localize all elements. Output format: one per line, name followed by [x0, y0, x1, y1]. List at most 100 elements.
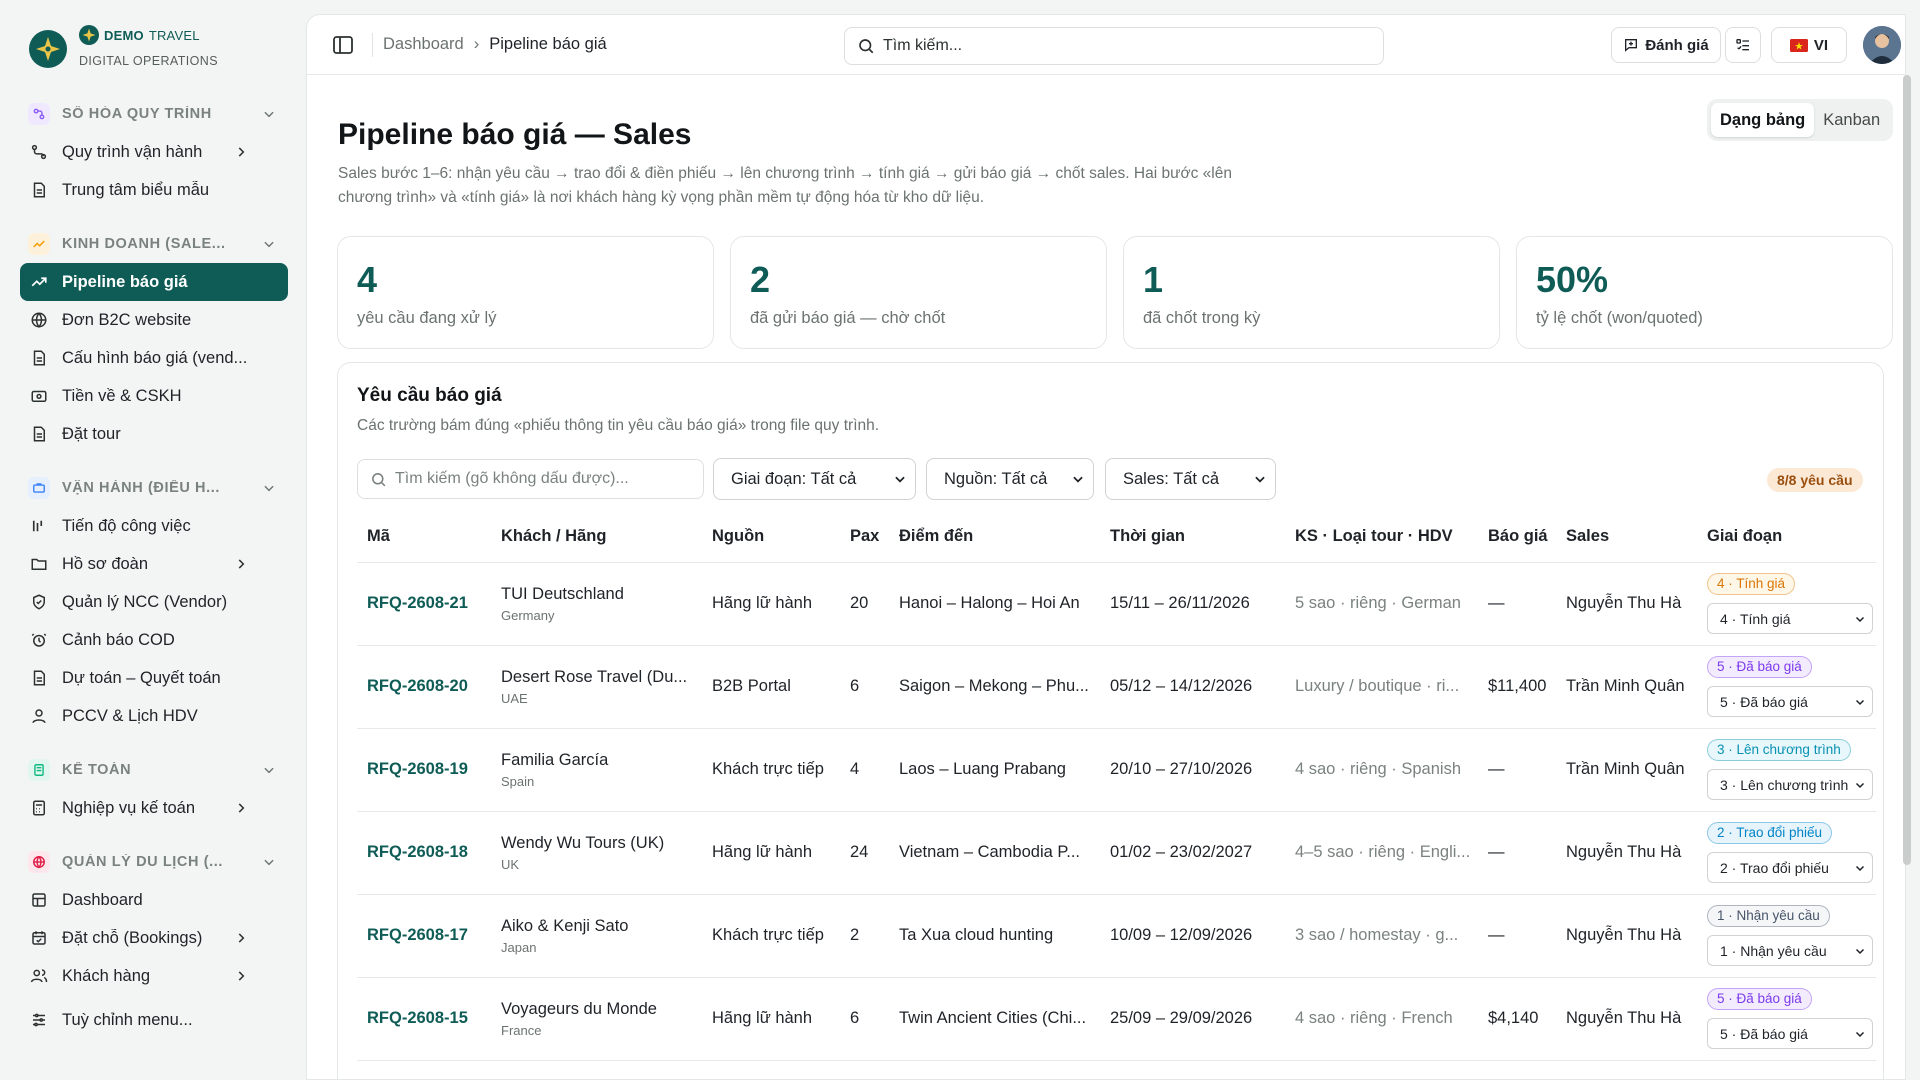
global-search-input[interactable]	[883, 37, 1363, 55]
quote-cell: $11,400	[1478, 645, 1556, 729]
table-row[interactable]: RFQ-2608-17 Aiko & Kenji Sato Japan Khác…	[357, 894, 1876, 978]
checklist-button[interactable]	[1725, 27, 1761, 63]
feedback-button[interactable]: Đánh giá	[1611, 27, 1721, 63]
stage-select[interactable]: 5 · Đã báo giá	[1707, 1018, 1873, 1049]
nav-section[interactable]: VẬN HÀNH (ĐIỀU H...	[20, 469, 288, 507]
breadcrumb-dashboard[interactable]: Dashboard	[383, 35, 464, 54]
view-mode-kanban[interactable]: Kanban	[1814, 103, 1889, 137]
brand[interactable]: DEMO TRAVEL DIGITAL OPERATIONS	[29, 25, 218, 68]
stage-select[interactable]: 2 · Trao đổi phiếu	[1707, 852, 1873, 883]
sidebar-item[interactable]: Cảnh báo COD	[20, 621, 288, 659]
nav-section[interactable]: SỐ HÓA QUY TRÌNH	[20, 95, 288, 133]
table-row[interactable]: RFQ-2608-20 Desert Rose Travel (Du... UA…	[357, 645, 1876, 729]
document-icon	[28, 423, 50, 445]
table-row[interactable]: RFQ-2608-19 Familia García Spain Khách t…	[357, 728, 1876, 812]
destination-cell: Saigon – Mekong – Phu...	[889, 645, 1100, 729]
sidebar-item[interactable]: Khách hàng	[20, 957, 288, 995]
breadcrumb: Dashboard › Pipeline báo giá	[383, 35, 607, 54]
stat-value: 2	[750, 259, 771, 300]
requests-search[interactable]	[357, 459, 704, 499]
sidebar-item[interactable]: Quy trình vận hành	[20, 133, 288, 171]
request-count-badge: 8/8 yêu cầu	[1767, 468, 1863, 492]
sidebar-item[interactable]: Đơn B2C website	[20, 301, 288, 339]
sidebar-item[interactable]: Tiền về & CSKH	[20, 377, 288, 415]
column-header[interactable]: Giai đoạn	[1697, 511, 1876, 563]
sidebar-item[interactable]: Trung tâm biểu mẫu	[20, 171, 288, 209]
view-mode-table[interactable]: Dạng bảng	[1711, 103, 1815, 137]
table-row[interactable]: RFQ-2608-18 Wendy Wu Tours (UK) UK Hãng …	[357, 811, 1876, 895]
sidebar-item[interactable]: Đặt chỗ (Bookings)	[20, 919, 288, 957]
customize-menu-button[interactable]: Tuỳ chỉnh menu...	[20, 1001, 288, 1039]
request-code-link[interactable]: RFQ-2608-17	[367, 926, 468, 944]
nav-gap	[20, 827, 288, 843]
stage-select-value: 3 · Lên chương trình	[1720, 776, 1849, 793]
stage-select[interactable]: 4 · Tính giá	[1707, 603, 1873, 634]
column-header[interactable]: Điểm đến	[889, 511, 1100, 563]
chevron-down-icon	[1071, 472, 1085, 486]
column-header[interactable]: Nguồn	[702, 511, 840, 563]
sidebar-item[interactable]: Dashboard	[20, 881, 288, 919]
table-row[interactable]: RFQ-2608-15 Voyageurs du Monde France Hã…	[357, 977, 1876, 1061]
avatar[interactable]	[1863, 26, 1901, 64]
sidebar-item[interactable]: Đặt tour	[20, 415, 288, 453]
nav-section[interactable]: KẾ TOÁN	[20, 751, 288, 789]
requests-title: Yêu cầu báo giá	[357, 385, 502, 406]
sidebar-item[interactable]: Cấu hình báo giá (vend...	[20, 339, 288, 377]
sales-filter-select[interactable]: Sales: Tất cả	[1105, 458, 1276, 500]
chevron-down-icon	[1854, 1028, 1866, 1040]
sidebar-item[interactable]: Pipeline báo giá	[20, 263, 288, 301]
stage-select-value: 2 · Trao đổi phiếu	[1720, 859, 1829, 876]
stage-filter-select[interactable]: Giai đoạn: Tất cả	[713, 458, 916, 500]
stat-value: 50%	[1536, 259, 1609, 300]
stage-select[interactable]: 1 · Nhận yêu cầu	[1707, 935, 1873, 966]
chevron-down-icon	[262, 763, 282, 777]
table-row[interactable]: RFQ-2608-21 TUI Deutschland Germany Hãng…	[357, 562, 1876, 646]
column-header[interactable]: Pax	[840, 511, 889, 563]
sidebar-item[interactable]: Nghiệp vụ kế toán	[20, 789, 288, 827]
column-header[interactable]: Sales	[1556, 511, 1697, 563]
column-header[interactable]: Khách / Hãng	[491, 511, 702, 563]
request-code-link[interactable]: RFQ-2608-18	[367, 843, 468, 861]
brand-name: DEMO	[104, 27, 144, 43]
sidebar-item-label: Nghiệp vụ kế toán	[62, 798, 196, 817]
sidebar-item-label: Cấu hình báo giá (vend...	[62, 348, 248, 367]
nav-section-label: QUẢN LÝ DU LỊCH (...	[62, 854, 224, 870]
calendar-check-icon	[28, 927, 50, 949]
shield-check-icon	[28, 591, 50, 613]
client-name: Wendy Wu Tours (UK)	[501, 833, 665, 852]
requests-search-input[interactable]	[395, 470, 685, 488]
quote-cell: —	[1478, 894, 1556, 978]
sidebar-item-label: Đặt chỗ (Bookings)	[62, 928, 203, 947]
nav-section[interactable]: QUẢN LÝ DU LỊCH (...	[20, 843, 288, 881]
global-search[interactable]	[844, 27, 1384, 65]
sidebar-item[interactable]: Hồ sơ đoàn	[20, 545, 288, 583]
column-header[interactable]: Báo giá	[1478, 511, 1556, 563]
sidebar-item[interactable]: Quản lý NCC (Vendor)	[20, 583, 288, 621]
chevron-down-icon	[1854, 779, 1866, 791]
feedback-label: Đánh giá	[1645, 36, 1709, 54]
stage-select[interactable]: 5 · Đã báo giá	[1707, 686, 1873, 717]
stage-select[interactable]: 3 · Lên chương trình	[1707, 769, 1873, 800]
source-cell: Khách trực tiếp	[702, 728, 840, 812]
stat-label: đã gửi báo giá — chờ chốt	[750, 309, 946, 327]
sidebar-item[interactable]: PCCV & Lịch HDV	[20, 697, 288, 735]
chevron-down-icon	[262, 855, 282, 869]
column-header[interactable]: Thời gian	[1100, 511, 1285, 563]
accounting-icon	[28, 759, 50, 781]
language-button[interactable]: VI	[1771, 27, 1847, 63]
request-code-link[interactable]: RFQ-2608-20	[367, 677, 468, 695]
stat-card-quoted: 2 đã gửi báo giá — chờ chốt	[730, 236, 1107, 349]
source-cell: Khách trực tiếp	[702, 894, 840, 978]
sidebar-item[interactable]: Dự toán – Quyết toán	[20, 659, 288, 697]
column-header[interactable]: Mã	[357, 511, 491, 563]
page-scrollbar[interactable]	[1903, 75, 1911, 865]
sidebar-toggle-icon[interactable]	[331, 33, 355, 57]
source-filter-select[interactable]: Nguồn: Tất cả	[926, 458, 1094, 500]
sidebar-item[interactable]: Tiến độ công việc	[20, 507, 288, 545]
column-header[interactable]: KS · Loại tour · HDV	[1285, 511, 1478, 563]
request-code-link[interactable]: RFQ-2608-15	[367, 1009, 468, 1027]
chevron-down-icon	[1854, 613, 1866, 625]
request-code-link[interactable]: RFQ-2608-21	[367, 594, 468, 612]
nav-section[interactable]: KINH DOANH (SALE...	[20, 225, 288, 263]
request-code-link[interactable]: RFQ-2608-19	[367, 760, 468, 778]
